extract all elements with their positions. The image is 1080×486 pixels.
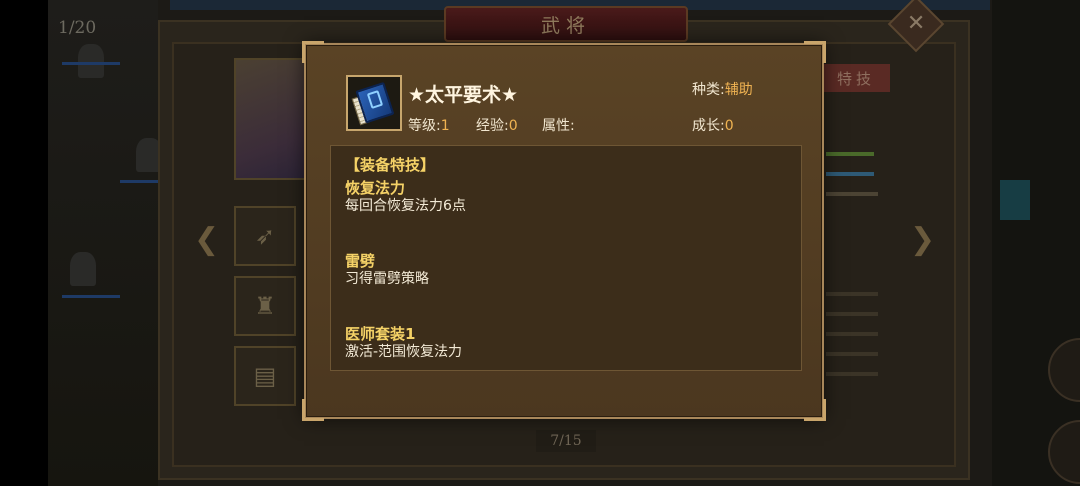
skill-description: 激活-范围恢复法力 — [345, 344, 463, 360]
stat-bar — [826, 172, 874, 176]
item-name: ★太平要术★ — [408, 84, 519, 106]
equip-skill-panel: 【装备特技】 恢复法力 每回合恢复法力6点 雷劈 习得雷劈策略 医师套装1 激活… — [330, 145, 802, 371]
page-indicator: 7/15 — [536, 430, 596, 452]
level-value: 1 — [440, 118, 450, 134]
ornament-corner — [804, 41, 826, 63]
item-exp: 经验:0 — [476, 115, 518, 135]
item-type: 种类:辅助 — [692, 79, 753, 99]
stat-bar — [826, 292, 878, 296]
right-side-panel — [992, 0, 1080, 486]
skill-entry: 雷劈 习得雷劈策略 — [345, 252, 429, 288]
close-icon: ✕ — [906, 11, 926, 36]
stat-bar — [826, 352, 878, 356]
tab-skill[interactable]: 特技 — [822, 64, 890, 92]
unit-hp-bar — [62, 295, 120, 298]
level-label: 等级: — [408, 118, 441, 134]
armor-slot[interactable]: ♜ — [234, 276, 296, 336]
unit-page-counter: 1/20 — [58, 18, 97, 38]
exp-value: 0 — [508, 118, 518, 134]
skill-description: 每回合恢复法力6点 — [345, 198, 466, 214]
ornament-corner — [302, 399, 324, 421]
unit-hp-bar — [120, 180, 160, 183]
skill-entry: 恢复法力 每回合恢复法力6点 — [345, 179, 466, 215]
item-growth: 成长:0 — [692, 115, 734, 135]
weapon-slot[interactable]: ➶ — [234, 206, 296, 266]
unit-sprite — [78, 44, 104, 78]
unit-hp-bar — [62, 62, 120, 65]
attribute-label: 属性: — [542, 118, 575, 134]
growth-label: 成长: — [692, 118, 725, 134]
stat-bar — [826, 152, 874, 156]
stat-bar — [826, 312, 878, 316]
panel-title: 武将 — [444, 6, 688, 42]
book-icon: ▤ — [253, 362, 277, 390]
type-label: 种类: — [692, 82, 725, 98]
panel-heading: 【装备特技】 — [345, 156, 436, 174]
stat-bar — [826, 192, 878, 196]
exp-label: 经验: — [476, 118, 509, 134]
item-level: 等级:1 — [408, 115, 450, 135]
skill-name: 医师套装1 — [345, 325, 416, 343]
skill-name: 雷劈 — [345, 252, 376, 270]
item-detail-popup: ★太平要术★ 种类:辅助 等级:1 经验:0 属性: 成长:0 【装备特技】 恢… — [302, 41, 826, 421]
ornament-corner — [804, 399, 826, 421]
skill-name: 恢复法力 — [345, 179, 406, 197]
item-icon-frame — [346, 75, 402, 131]
skill-entry: 医师套装1 激活-范围恢复法力 — [345, 325, 462, 361]
item-attribute: 属性: — [542, 115, 575, 135]
spear-icon: ➶ — [254, 222, 276, 250]
next-arrow-icon[interactable]: ❯ — [910, 222, 935, 257]
general-portrait — [234, 58, 306, 180]
type-value: 辅助 — [724, 82, 753, 98]
armor-icon: ♜ — [254, 292, 276, 320]
stat-bar — [826, 372, 878, 376]
growth-value: 0 — [724, 118, 734, 134]
screen-edge — [0, 0, 48, 486]
accessory-slot[interactable]: ▤ — [234, 346, 296, 406]
unit-sprite — [70, 252, 96, 286]
blue-book-icon — [349, 79, 399, 128]
minimap-tile — [1000, 180, 1030, 220]
prev-arrow-icon[interactable]: ❮ — [194, 222, 219, 257]
stat-bar — [826, 332, 878, 336]
ornament-corner — [302, 41, 324, 63]
skill-description: 习得雷劈策略 — [345, 271, 429, 287]
